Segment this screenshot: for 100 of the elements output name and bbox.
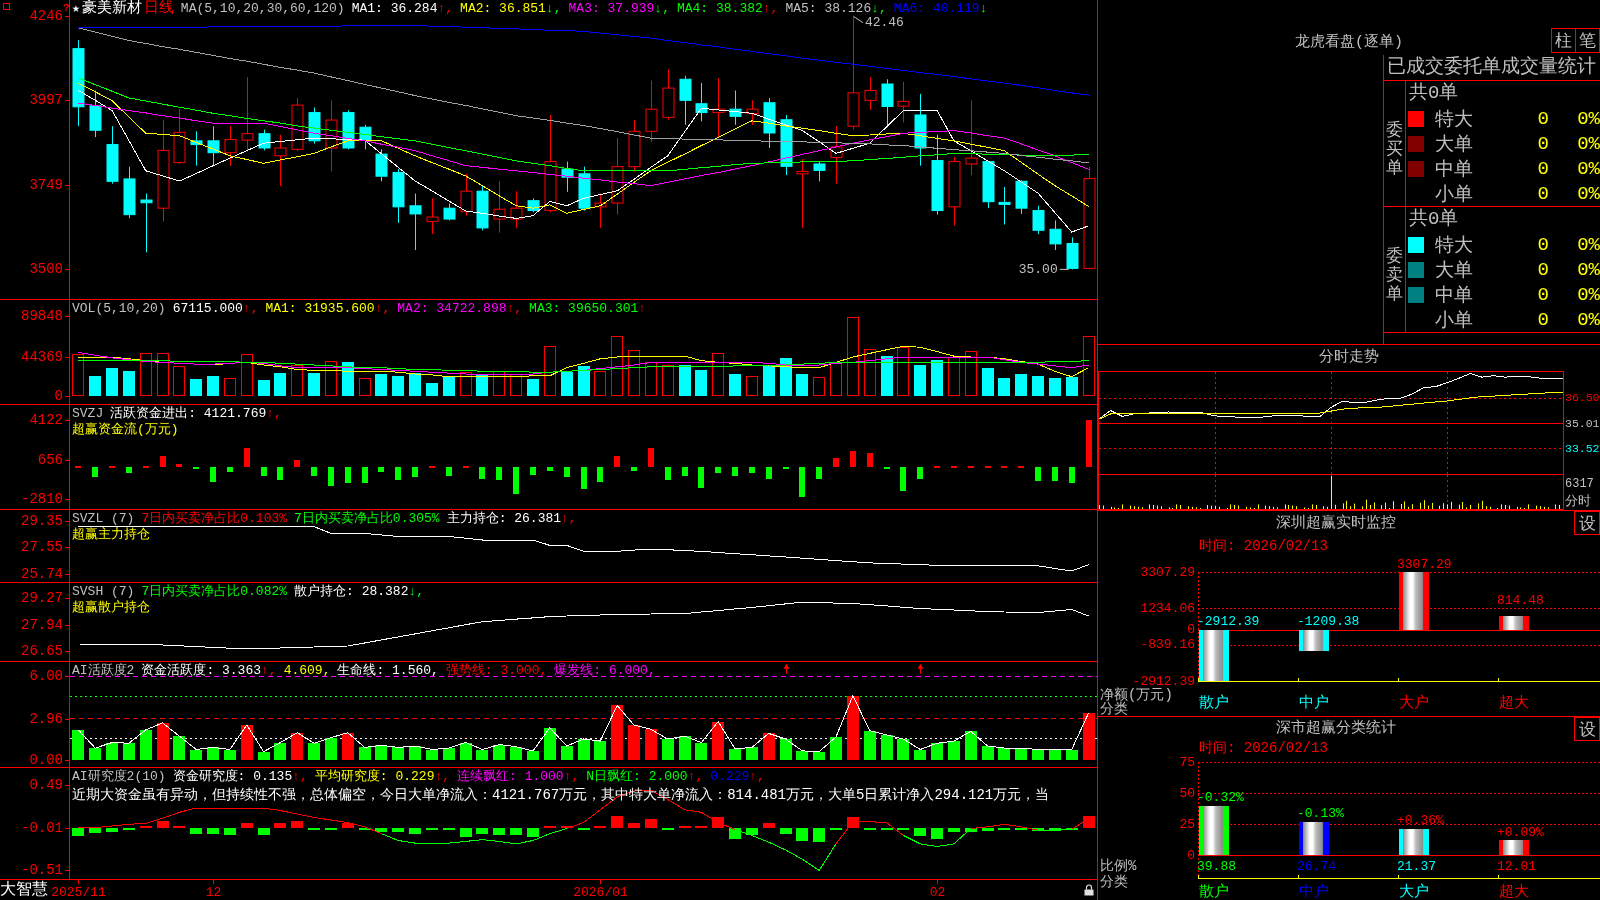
research-bar [746,828,758,835]
volume-bar [392,376,404,396]
axis-tick-label: 3500 [29,261,63,278]
axis-tick-label: 0.00 [29,752,63,767]
volume-bar [729,374,741,396]
view-toggle-button[interactable]: 笔 [1575,28,1600,53]
research-bar [157,821,169,828]
volume-scale-label: 6317 [1565,477,1594,491]
trend-arrow: ↑, [242,301,259,316]
candlestick [274,134,287,187]
activity-bar [258,752,270,760]
help-mark[interactable]: ? [63,2,70,14]
category-label: 中户 [1299,883,1329,900]
axis-tick-label: 1234.06 [1140,600,1195,616]
candlestick [1032,205,1045,235]
app-name-label: 大智慧 [0,880,49,900]
activity-bar [140,730,152,760]
share-percent: 0% [1576,133,1600,155]
research-bar [207,828,219,834]
order-count: 0 [1536,183,1549,205]
indicator-reading: MA1: 31935.600 [265,301,375,316]
fund-flow-bar [126,467,132,473]
volume-bar [897,347,909,396]
candlestick [746,99,759,126]
candlestick [140,193,153,253]
volume-bar [89,376,101,396]
category-label: 中户 [1299,694,1329,712]
research-bar [813,828,825,842]
volume-bar [291,365,303,396]
activity-bar [948,741,960,760]
trend-arrow: ↑, [506,301,523,316]
volume-bar [173,366,185,396]
volume-bar [426,383,438,396]
activity-bar [274,743,286,760]
research-bar [89,828,101,833]
activity-bar [241,725,253,760]
axis-tick-label: 29.27 [21,590,63,606]
research-bar [847,817,859,828]
section-title: 深圳超赢实时监控 [1275,513,1397,534]
candlestick [190,130,203,167]
research-bar [258,828,270,835]
candlestick [628,119,641,172]
activity-bar [1049,750,1061,760]
view-toggle-button[interactable]: 柱 [1551,28,1576,53]
research-bar [628,823,640,828]
volume-bar [1049,378,1061,396]
volume-bar [864,349,876,396]
fund-flow-bar [160,456,166,467]
activity-bar [864,731,876,760]
candlestick [695,82,708,122]
research-bar [106,828,118,832]
settings-button[interactable]: 设 [1574,717,1600,741]
research-bar [476,828,488,834]
fund-flow-bar [850,451,856,467]
category-label: 超大 [1499,694,1529,712]
axis-tick-label: 35.01 [1565,416,1600,430]
section-title: 分时走势 [1318,347,1380,368]
fund-flow-bar [597,467,603,482]
activity-bar [460,743,472,760]
axis-tick-label: 27.94 [21,616,63,633]
volume-bar [106,368,118,396]
volume-bar [123,371,135,396]
volume-bar [662,365,674,396]
favorite-star[interactable]: ★ [72,1,80,16]
trend-arrow: ↓ [979,1,988,16]
indicator-name: SVZL (7) [72,511,135,526]
candlestick [897,81,910,123]
category-label: 散户 [1199,694,1229,712]
fund-flow-bar [665,467,671,480]
activity-bar [72,730,84,760]
settings-button[interactable]: 设 [1574,511,1600,535]
indicator-reading: MA6: 40.119 [893,1,980,16]
indicator-reading: 连续飘红: 1.000 [457,769,564,784]
volume-bar [931,360,943,396]
volume-bar [1083,336,1095,396]
volume-bar [948,357,960,396]
research-bar [763,823,775,828]
date-label: 2026/01 [573,884,628,900]
trend-arrow: ↑, [434,769,451,784]
activity-bar [578,739,590,760]
axis-tick-label: 44369 [21,348,63,365]
volume-bar [308,373,320,396]
volume-bar [763,365,775,396]
axis-tick-label: -0.01 [21,819,63,836]
activity-bar [190,750,202,760]
activity-bar [796,751,808,760]
axis-tick-label: 0 [1187,622,1195,638]
order-size-label: 特大 [1435,108,1474,132]
indicator-subtitle: 超赢资金流(万元) [72,422,179,437]
candlestick [106,125,119,185]
activity-bar [493,745,505,760]
x-axis-title: 分类 [1100,701,1128,716]
indicator-reading: 平均研究度: 0.229 [314,769,435,784]
axis-tick-label: 6.00 [29,668,63,685]
fund-flow-bar [479,467,485,479]
candlestick [258,129,271,151]
activity-bar [729,749,741,760]
period-label: 日线 [143,1,174,16]
activity-bar [645,729,657,760]
fund-flow-bar [378,467,384,472]
